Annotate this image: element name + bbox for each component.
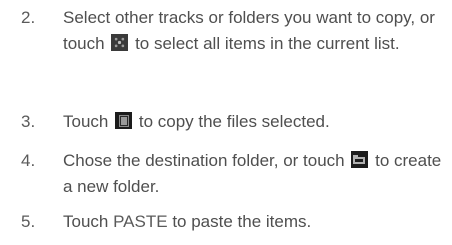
step-text-before: Chose the destination folder, or touch — [63, 151, 345, 170]
step-text-after: to paste the items. — [172, 212, 312, 231]
new-folder-icon — [351, 151, 369, 168]
step-text-after: to select all items in the current list. — [135, 34, 400, 53]
copy-icon — [115, 112, 133, 129]
step-text-before: Touch — [63, 112, 109, 131]
step-number: 4. — [21, 151, 36, 170]
paste-keyword: PASTE — [113, 212, 168, 231]
step-number: 2. — [21, 8, 36, 27]
step-number: 5. — [21, 212, 36, 231]
step-number: 3. — [21, 112, 36, 131]
step-text-after: to copy the files selected. — [138, 112, 330, 131]
select-all-icon — [111, 34, 129, 51]
step-text: Touch PASTE to paste the items. — [63, 209, 448, 235]
step-text: Chose the destination folder, or touch t… — [63, 148, 448, 200]
step-text: Select other tracks or folders you want … — [63, 5, 448, 57]
step-text: Touch to copy the files selected. — [63, 109, 448, 135]
step-text-before: Touch — [63, 212, 109, 231]
